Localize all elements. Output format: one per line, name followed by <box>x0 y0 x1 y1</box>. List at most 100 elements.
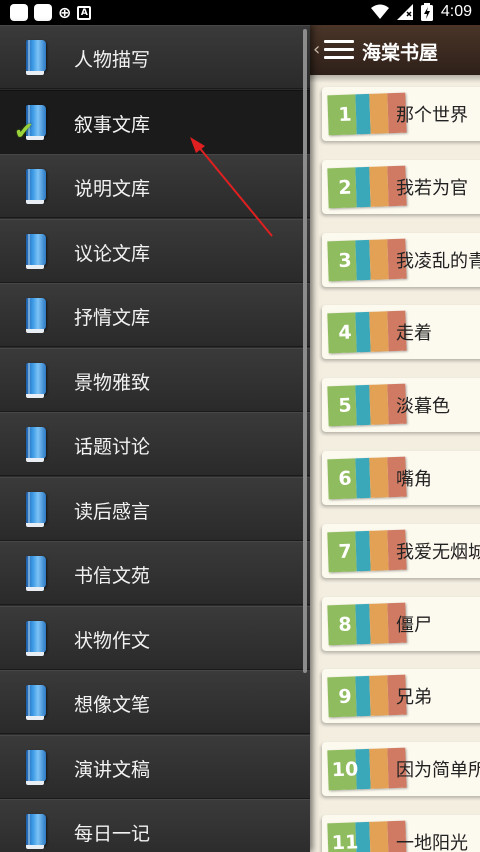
article-number: 1 <box>338 103 353 126</box>
drawer-item[interactable]: 想像文笔 <box>0 670 310 734</box>
drawer-item-label: 话题讨论 <box>74 436 151 458</box>
book-icon <box>26 169 46 204</box>
book-icon <box>26 749 46 785</box>
drawer-item-label: 每日一记 <box>74 823 151 845</box>
article-number: 8 <box>338 613 353 636</box>
article-item[interactable]: 5 淡暮色 <box>322 378 480 433</box>
article-item[interactable]: 3 我凌乱的青 <box>322 232 480 287</box>
number-tag: 11 <box>327 820 407 852</box>
drawer-item[interactable]: 说明文库 <box>0 154 310 218</box>
article-item[interactable]: 7 我爱无烟城 <box>322 523 480 578</box>
drawer-scrollbar[interactable] <box>303 29 307 673</box>
article-number: 7 <box>338 540 353 563</box>
drawer-item-label: 读后感言 <box>74 500 151 523</box>
drawer-item[interactable]: 读后感言 <box>0 476 310 541</box>
book-icon <box>26 491 46 527</box>
number-tag: 7 <box>327 529 407 573</box>
signal-icon <box>396 4 413 20</box>
article-title: 僵尸 <box>396 614 432 636</box>
drawer-item[interactable]: 抒情文库 <box>0 283 310 347</box>
drawer-item[interactable]: 景物雅致 <box>0 347 310 412</box>
number-tag: 3 <box>327 238 407 281</box>
article-title: 兄弟 <box>396 687 432 709</box>
article-number: 4 <box>338 321 353 345</box>
article-item[interactable]: 8 僵尸 <box>322 596 480 651</box>
book-icon <box>26 814 46 849</box>
article-number: 9 <box>338 685 353 709</box>
status-bar-left: ⊕ A <box>10 3 92 22</box>
header-shadow <box>310 75 480 83</box>
book-icon <box>26 427 46 462</box>
number-tag: 10 <box>327 747 407 791</box>
article-title: 那个世界 <box>396 105 468 126</box>
drawer-item-label: 议论文库 <box>74 242 151 265</box>
article-item[interactable]: 1 那个世界 <box>322 87 480 141</box>
drawer-item-label: 抒情文库 <box>74 307 151 329</box>
drawer-item[interactable]: 书信文苑 <box>0 541 310 605</box>
article-item[interactable]: 4 走着 <box>322 305 480 360</box>
drawer-item[interactable]: 议论文库 <box>0 218 310 283</box>
book-icon <box>26 556 46 591</box>
number-tag: 9 <box>327 675 407 718</box>
battery-icon <box>420 3 433 21</box>
menu-icon[interactable] <box>324 40 354 60</box>
number-tag: 4 <box>327 311 407 354</box>
article-title: 因为简单所 <box>396 760 480 782</box>
drawer-item[interactable]: 演讲文稿 <box>0 734 310 799</box>
app-notification-icon: ⊕ <box>58 3 72 22</box>
article-title: 一地阳光 <box>396 833 468 852</box>
book-icon <box>26 40 46 75</box>
article-number: 3 <box>338 249 353 272</box>
drawer-item[interactable]: 人物描写 <box>0 25 310 89</box>
article-list-panel: ‹ 海棠书屋 1 那个世界 2 我若为官 3 我凌乱的青 4 走着 5 淡暮色 6 嘴角 7 我爱无烟城 8… <box>310 25 480 852</box>
book-icon <box>26 620 46 656</box>
article-item[interactable]: 11 一地阳光 <box>322 815 480 852</box>
article-number: 6 <box>338 467 353 490</box>
number-tag: 8 <box>327 602 407 645</box>
back-chevron-icon[interactable]: ‹ <box>313 39 320 60</box>
drawer-item-label: 想像文笔 <box>74 694 151 716</box>
article-number: 5 <box>338 394 353 418</box>
status-time: 4:09 <box>440 3 472 20</box>
number-tag: 5 <box>327 383 407 427</box>
article-title: 我若为官 <box>396 177 468 199</box>
article-title: 我凌乱的青 <box>396 250 480 272</box>
drawer-item-label: 状物作文 <box>74 629 151 652</box>
book-icon <box>26 298 46 333</box>
book-icon <box>26 362 46 398</box>
drawer-item-label: 演讲文稿 <box>74 758 151 781</box>
article-item[interactable]: 9 兄弟 <box>322 669 480 724</box>
article-item[interactable]: 2 我若为官 <box>322 159 480 214</box>
number-tag: 1 <box>327 92 407 136</box>
book-icon <box>26 233 46 269</box>
article-title: 嘴角 <box>396 469 432 490</box>
drawer-item[interactable]: 话题讨论 <box>0 412 310 476</box>
checkmark-icon: ✔ <box>14 116 35 145</box>
status-bar: ⊕ A 4:09 <box>0 0 480 25</box>
notification-square-icon <box>10 4 28 21</box>
notification-square-icon <box>34 4 52 21</box>
drawer-item-label: 景物雅致 <box>74 371 151 394</box>
app-title: 海棠书屋 <box>362 42 439 64</box>
number-tag: 6 <box>327 456 407 500</box>
article-number: 2 <box>338 176 353 199</box>
article-item[interactable]: 6 嘴角 <box>322 451 480 505</box>
article-number: 10 <box>331 758 359 782</box>
drawer-item-label: 人物描写 <box>74 49 151 71</box>
drawer-item-label: 书信文苑 <box>74 565 151 587</box>
drawer-item-label: 叙事文库 <box>74 113 151 136</box>
article-title: 走着 <box>396 323 432 345</box>
article-title: 我爱无烟城 <box>396 541 480 563</box>
category-drawer: 每日一记 演讲文稿 想像文笔 状物作文 书信文苑 读后感言 话题讨论 景物雅致 抒情文库 议论文库… <box>0 25 310 852</box>
drawer-item-label: 说明文库 <box>74 178 151 200</box>
status-bar-right: 4:09 <box>370 3 472 21</box>
a-notification-icon: A <box>77 5 92 20</box>
drawer-item[interactable]: 状物作文 <box>0 605 310 670</box>
article-number: 11 <box>331 831 359 852</box>
article-item[interactable]: 10 因为简单所 <box>322 742 480 797</box>
drawer-item[interactable]: ✔ 叙事文库 <box>0 89 310 154</box>
wifi-icon <box>370 4 389 19</box>
drawer-item[interactable]: 每日一记 <box>0 799 310 852</box>
article-title: 淡暮色 <box>396 396 450 418</box>
app-header: ‹ 海棠书屋 <box>310 25 480 75</box>
